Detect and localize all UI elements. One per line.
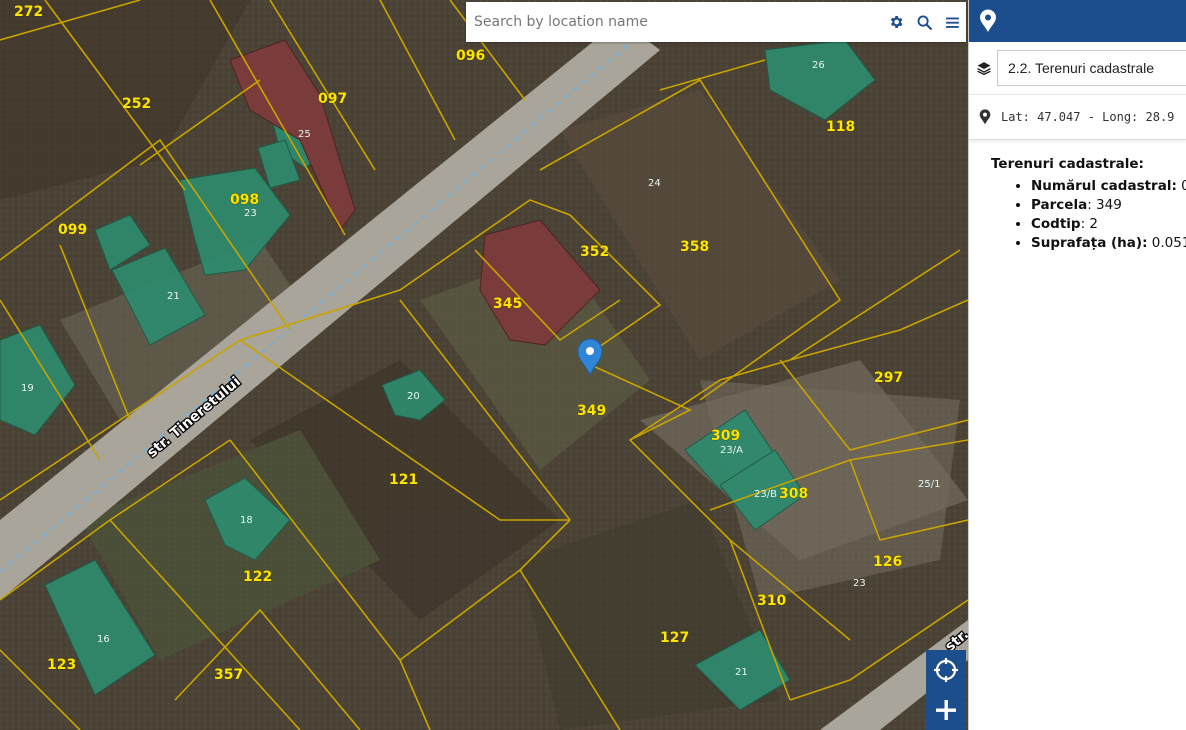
hamburger-menu-icon (945, 17, 959, 28)
parcel-label: 096 (456, 48, 485, 64)
search-button[interactable] (910, 2, 938, 42)
parcel-label: 308 (779, 486, 808, 502)
parcel-label: 349 (577, 403, 606, 419)
parcel-label: 097 (318, 91, 347, 107)
parcel-label: 127 (660, 630, 689, 646)
parcel-label: 310 (757, 593, 786, 609)
attribute-cadastral-number: Numărul cadastral: 014 (1031, 178, 1186, 194)
map-pin-icon[interactable] (979, 9, 997, 33)
feature-info: Terenuri cadastrale: Numărul cadastral: … (969, 140, 1186, 251)
parcel-label: 252 (122, 96, 151, 112)
feature-info-title: Terenuri cadastrale: (991, 156, 1144, 172)
map-view[interactable]: 272 252 097 096 099 098 352 358 118 345 … (0, 0, 968, 730)
map-pin-icon (979, 109, 991, 125)
gear-icon (890, 16, 903, 28)
layer-select[interactable]: 2.2. Terenuri cadastrale (997, 50, 1186, 86)
attribute-value: : 2 (1080, 216, 1099, 232)
house-number: 25/1 (918, 479, 940, 490)
house-number: 23/A (720, 445, 743, 456)
layers-icon (977, 62, 991, 75)
search-input[interactable] (466, 3, 882, 41)
parcel-label: 126 (873, 554, 902, 570)
feature-attribute-list: Numărul cadastral: 014 Parcela: 349 Codt… (991, 178, 1186, 251)
house-number: 18 (240, 515, 253, 526)
house-number: 19 (21, 383, 34, 394)
layer-selector-row: 2.2. Terenuri cadastrale (969, 42, 1186, 95)
parcel-label: 123 (47, 657, 76, 673)
coordinates-text: Lat: 47.047 - Long: 28.9 (1001, 110, 1175, 124)
settings-button[interactable] (882, 2, 910, 42)
menu-button[interactable] (938, 2, 966, 42)
plus-icon (936, 700, 956, 720)
info-panel: 2.2. Terenuri cadastrale Lat: 47.047 - L… (968, 0, 1186, 730)
parcel-label: 098 (230, 192, 259, 208)
house-number: 16 (97, 634, 110, 645)
house-number: 21 (735, 667, 748, 678)
attribute-value: : 349 (1087, 197, 1122, 213)
house-number: 23 (244, 208, 257, 219)
house-number: 23/B (754, 489, 777, 500)
attribute-key: Parcela (1031, 197, 1088, 213)
attribute-value: 014 (1177, 178, 1186, 194)
attribute-key: Numărul cadastral: (1031, 178, 1177, 194)
search-bar (466, 2, 966, 42)
parcel-label: 309 (711, 428, 740, 444)
house-number: 21 (167, 291, 180, 302)
house-number: 26 (812, 60, 825, 71)
parcel-label: 358 (680, 239, 709, 255)
house-number: 25 (298, 129, 311, 140)
locate-me-button[interactable] (926, 650, 966, 690)
parcel-label: 272 (14, 4, 43, 20)
house-number: 24 (648, 178, 661, 189)
zoom-in-button[interactable] (926, 690, 966, 730)
panel-header (969, 0, 1186, 42)
attribute-area: Suprafața (ha): 0.0519 (1031, 235, 1186, 251)
attribute-parcel: Parcela: 349 (1031, 197, 1186, 213)
parcel-label: 121 (389, 472, 418, 488)
house-number: 20 (407, 391, 420, 402)
parcel-label: 122 (243, 569, 272, 585)
search-icon (917, 15, 932, 30)
parcel-label: 297 (874, 370, 903, 386)
parcel-label: 357 (214, 667, 243, 683)
map-canvas[interactable]: 272 252 097 096 099 098 352 358 118 345 … (0, 0, 968, 730)
coordinates-row: Lat: 47.047 - Long: 28.9 (969, 95, 1186, 140)
house-number: 23 (853, 578, 866, 589)
parcel-label: 118 (826, 119, 855, 135)
attribute-key: Codtip (1031, 216, 1081, 232)
parcel-label: 099 (58, 222, 87, 238)
parcel-label: 352 (580, 244, 609, 260)
attribute-value: 0.0519 (1151, 235, 1186, 251)
parcel-label: 345 (493, 296, 522, 312)
attribute-key: Suprafața (ha): (1031, 235, 1148, 251)
crosshair-icon (934, 658, 958, 682)
attribute-codtip: Codtip: 2 (1031, 216, 1186, 232)
